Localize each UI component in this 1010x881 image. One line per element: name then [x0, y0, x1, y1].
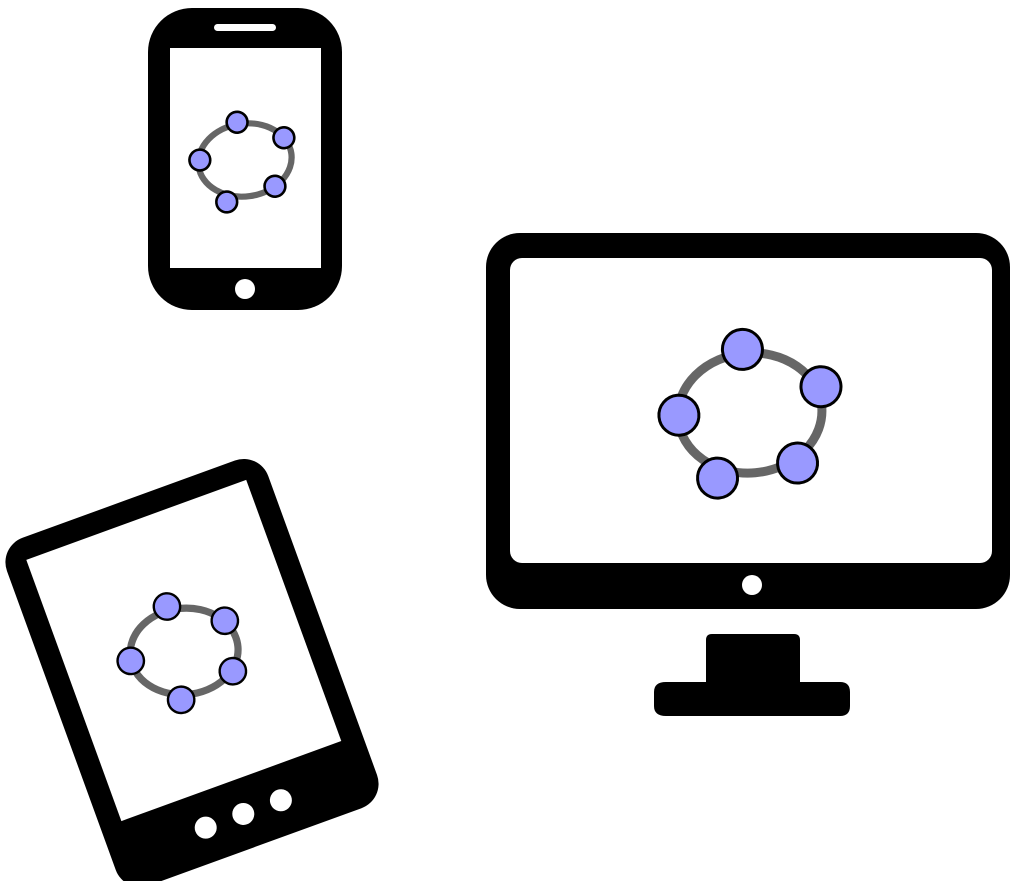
logo-vertex	[210, 606, 240, 636]
logo-vertex	[215, 190, 239, 214]
monitor-icon	[486, 233, 1010, 716]
logo-vertex	[218, 656, 248, 686]
monitor-power-button	[742, 575, 762, 595]
logo-vertex	[696, 456, 740, 500]
logo-vertex	[272, 126, 296, 150]
logo-vertex	[720, 327, 764, 371]
logo-vertex	[776, 441, 820, 485]
logo-vertex	[225, 110, 249, 134]
monitor-stand	[654, 634, 850, 716]
logo-vertex	[263, 174, 287, 198]
logo-vertex	[152, 592, 182, 621]
monitor-screen	[510, 258, 992, 563]
illustration-canvas	[5, 8, 1010, 881]
tablet-icon	[5, 458, 379, 881]
logo-vertex	[166, 685, 196, 715]
logo-vertex	[657, 393, 701, 437]
devices-illustration	[0, 0, 1010, 881]
logo-vertex	[799, 365, 843, 409]
logo-vertex	[116, 646, 146, 676]
phone-home-button	[235, 279, 255, 299]
phone-speaker	[214, 24, 276, 31]
logo-vertex	[188, 148, 212, 172]
smartphone-icon	[148, 8, 342, 310]
